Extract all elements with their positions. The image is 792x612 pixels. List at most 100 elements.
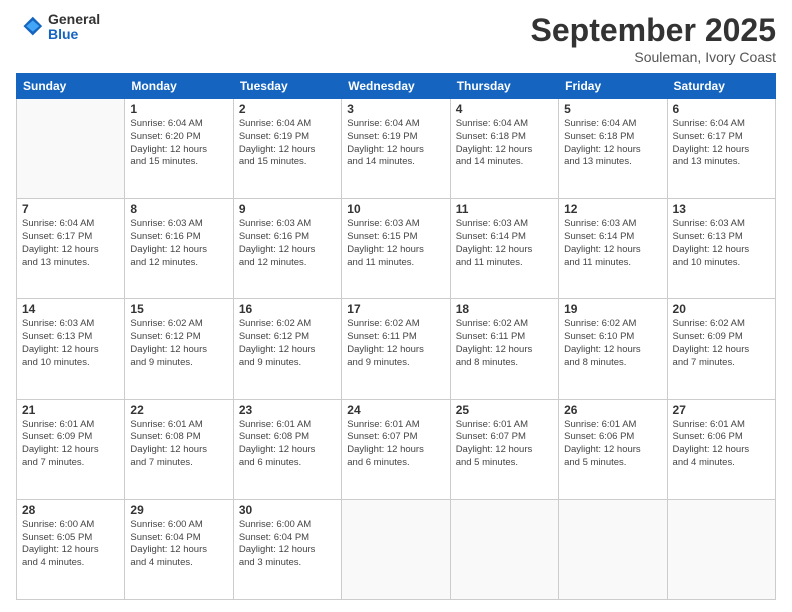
day-info: Sunrise: 6:04 AM Sunset: 6:17 PM Dayligh… [673,118,770,169]
calendar-body: 1 Sunrise: 6:04 AM Sunset: 6:20 PM Daylig… [17,99,776,600]
calendar-cell: 12Sunrise: 6:03 AM Sunset: 6:14 PM Dayli… [559,199,667,299]
calendar-cell: 27 Sunrise: 6:01 AM Sunset: 6:06 PM Dayli… [667,399,775,499]
calendar-week-0: 1 Sunrise: 6:04 AM Sunset: 6:20 PM Daylig… [17,99,776,199]
calendar-cell: 6 Sunrise: 6:04 AM Sunset: 6:17 PM Daylig… [667,99,775,199]
day-number: 9 [239,202,336,216]
day-info: Sunrise: 6:01 AM Sunset: 6:07 PM Dayligh… [456,419,553,470]
day-info: Sunrise: 6:01 AM Sunset: 6:07 PM Dayligh… [347,419,444,470]
calendar-cell: 25 Sunrise: 6:01 AM Sunset: 6:07 PM Dayli… [450,399,558,499]
calendar-table: SundayMondayTuesdayWednesdayThursdayFrid… [16,73,776,600]
weekday-friday: Friday [559,74,667,99]
day-number: 29 [130,503,227,517]
calendar-cell: 24 Sunrise: 6:01 AM Sunset: 6:07 PM Dayli… [342,399,450,499]
day-info: Sunrise: 6:01 AM Sunset: 6:08 PM Dayligh… [130,419,227,470]
day-info: Sunrise: 6:02 AM Sunset: 6:09 PM Dayligh… [673,318,770,369]
day-number: 23 [239,403,336,417]
day-number: 26 [564,403,661,417]
day-number: 3 [347,102,444,116]
weekday-wednesday: Wednesday [342,74,450,99]
day-number: 14 [22,302,119,316]
day-info: Sunrise: 6:02 AM Sunset: 6:11 PM Dayligh… [456,318,553,369]
day-number: 10 [347,202,444,216]
calendar-cell: 5Sunrise: 6:04 AM Sunset: 6:18 PM Daylig… [559,99,667,199]
calendar-cell: 9Sunrise: 6:03 AM Sunset: 6:16 PM Daylig… [233,199,341,299]
day-number: 20 [673,302,770,316]
calendar-cell: 3 Sunrise: 6:04 AM Sunset: 6:19 PM Daylig… [342,99,450,199]
day-number: 22 [130,403,227,417]
day-number: 15 [130,302,227,316]
calendar-cell [667,499,775,599]
day-number: 13 [673,202,770,216]
location-title: Souleman, Ivory Coast [531,49,776,65]
page: General Blue September 2025 Souleman, Iv… [0,0,792,612]
calendar-cell: 19Sunrise: 6:02 AM Sunset: 6:10 PM Dayli… [559,299,667,399]
calendar-cell: 22 Sunrise: 6:01 AM Sunset: 6:08 PM Dayli… [125,399,233,499]
logo-text: General Blue [48,12,100,43]
day-number: 6 [673,102,770,116]
day-info: Sunrise: 6:04 AM Sunset: 6:19 PM Dayligh… [239,118,336,169]
header: General Blue September 2025 Souleman, Iv… [16,12,776,65]
weekday-monday: Monday [125,74,233,99]
day-info: Sunrise: 6:02 AM Sunset: 6:12 PM Dayligh… [239,318,336,369]
calendar-cell [559,499,667,599]
day-number: 28 [22,503,119,517]
logo: General Blue [16,12,100,43]
day-info: Sunrise: 6:02 AM Sunset: 6:10 PM Dayligh… [564,318,661,369]
title-block: September 2025 Souleman, Ivory Coast [531,12,776,65]
weekday-header-row: SundayMondayTuesdayWednesdayThursdayFrid… [17,74,776,99]
day-info: Sunrise: 6:01 AM Sunset: 6:06 PM Dayligh… [673,419,770,470]
day-info: Sunrise: 6:03 AM Sunset: 6:13 PM Dayligh… [673,218,770,269]
day-number: 25 [456,403,553,417]
day-number: 16 [239,302,336,316]
calendar-cell: 14 Sunrise: 6:03 AM Sunset: 6:13 PM Dayli… [17,299,125,399]
calendar-cell: 8Sunrise: 6:03 AM Sunset: 6:16 PM Daylig… [125,199,233,299]
calendar-cell: 29 Sunrise: 6:00 AM Sunset: 6:04 PM Dayli… [125,499,233,599]
day-number: 1 [130,102,227,116]
calendar-week-3: 21Sunrise: 6:01 AM Sunset: 6:09 PM Dayli… [17,399,776,499]
calendar-cell: 30 Sunrise: 6:00 AM Sunset: 6:04 PM Dayli… [233,499,341,599]
calendar-cell: 7Sunrise: 6:04 AM Sunset: 6:17 PM Daylig… [17,199,125,299]
calendar-cell: 13 Sunrise: 6:03 AM Sunset: 6:13 PM Dayli… [667,199,775,299]
calendar-cell: 16 Sunrise: 6:02 AM Sunset: 6:12 PM Dayli… [233,299,341,399]
day-info: Sunrise: 6:03 AM Sunset: 6:14 PM Dayligh… [456,218,553,269]
logo-icon [16,13,44,41]
day-number: 2 [239,102,336,116]
day-info: Sunrise: 6:04 AM Sunset: 6:18 PM Dayligh… [456,118,553,169]
calendar-cell: 4Sunrise: 6:04 AM Sunset: 6:18 PM Daylig… [450,99,558,199]
calendar-cell: 1 Sunrise: 6:04 AM Sunset: 6:20 PM Daylig… [125,99,233,199]
calendar-cell: 2 Sunrise: 6:04 AM Sunset: 6:19 PM Daylig… [233,99,341,199]
day-info: Sunrise: 6:02 AM Sunset: 6:11 PM Dayligh… [347,318,444,369]
calendar-cell: 21Sunrise: 6:01 AM Sunset: 6:09 PM Dayli… [17,399,125,499]
day-number: 24 [347,403,444,417]
day-info: Sunrise: 6:00 AM Sunset: 6:04 PM Dayligh… [130,519,227,570]
day-info: Sunrise: 6:01 AM Sunset: 6:06 PM Dayligh… [564,419,661,470]
day-info: Sunrise: 6:03 AM Sunset: 6:14 PM Dayligh… [564,218,661,269]
weekday-sunday: Sunday [17,74,125,99]
calendar-cell: 10 Sunrise: 6:03 AM Sunset: 6:15 PM Dayli… [342,199,450,299]
day-info: Sunrise: 6:03 AM Sunset: 6:16 PM Dayligh… [130,218,227,269]
calendar-cell: 20 Sunrise: 6:02 AM Sunset: 6:09 PM Dayli… [667,299,775,399]
day-info: Sunrise: 6:02 AM Sunset: 6:12 PM Dayligh… [130,318,227,369]
calendar-cell: 28 Sunrise: 6:00 AM Sunset: 6:05 PM Dayli… [17,499,125,599]
calendar-cell: 18 Sunrise: 6:02 AM Sunset: 6:11 PM Dayli… [450,299,558,399]
calendar-cell: 11 Sunrise: 6:03 AM Sunset: 6:14 PM Dayli… [450,199,558,299]
day-info: Sunrise: 6:03 AM Sunset: 6:13 PM Dayligh… [22,318,119,369]
day-info: Sunrise: 6:00 AM Sunset: 6:05 PM Dayligh… [22,519,119,570]
day-number: 30 [239,503,336,517]
day-number: 11 [456,202,553,216]
day-info: Sunrise: 6:00 AM Sunset: 6:04 PM Dayligh… [239,519,336,570]
day-info: Sunrise: 6:04 AM Sunset: 6:20 PM Dayligh… [130,118,227,169]
day-info: Sunrise: 6:04 AM Sunset: 6:19 PM Dayligh… [347,118,444,169]
logo-blue-text: Blue [48,27,100,42]
weekday-saturday: Saturday [667,74,775,99]
day-info: Sunrise: 6:04 AM Sunset: 6:18 PM Dayligh… [564,118,661,169]
day-info: Sunrise: 6:03 AM Sunset: 6:15 PM Dayligh… [347,218,444,269]
calendar-cell [342,499,450,599]
calendar-cell [450,499,558,599]
calendar-cell: 26 Sunrise: 6:01 AM Sunset: 6:06 PM Dayli… [559,399,667,499]
day-info: Sunrise: 6:04 AM Sunset: 6:17 PM Dayligh… [22,218,119,269]
day-number: 17 [347,302,444,316]
day-number: 21 [22,403,119,417]
day-number: 18 [456,302,553,316]
day-number: 27 [673,403,770,417]
